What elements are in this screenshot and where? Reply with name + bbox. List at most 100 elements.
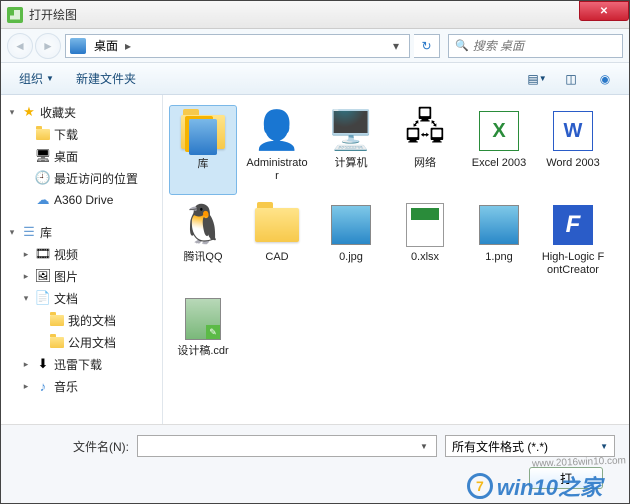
- breadcrumb[interactable]: 桌面 ▸ ▾: [65, 34, 410, 58]
- file-item[interactable]: 库: [169, 105, 237, 195]
- new-folder-button[interactable]: 新建文件夹: [68, 66, 144, 91]
- recent-icon: 🕘: [35, 170, 51, 186]
- cloud-icon: ☁: [35, 192, 51, 208]
- file-item[interactable]: 0.xlsx: [391, 199, 459, 289]
- help-button[interactable]: ◉: [591, 67, 619, 91]
- filetype-label: 所有文件格式 (*.*): [452, 438, 548, 455]
- expander-icon[interactable]: ▾: [20, 293, 32, 304]
- sidebar-music[interactable]: ▸♪ 音乐: [4, 375, 159, 397]
- sidebar-documents[interactable]: ▾📄 文档: [4, 287, 159, 309]
- file-icon: [253, 201, 301, 249]
- expander-icon[interactable]: ▾: [6, 107, 18, 118]
- search-input[interactable]: [473, 39, 630, 53]
- chevron-right-icon[interactable]: ▸: [122, 39, 134, 53]
- sidebar-videos[interactable]: ▸🎞 视频: [4, 243, 159, 265]
- expander-icon[interactable]: ▸: [20, 249, 32, 260]
- file-icon: [401, 201, 449, 249]
- sidebar-thunder[interactable]: ▸⬇ 迅雷下载: [4, 353, 159, 375]
- file-item[interactable]: 0.jpg: [317, 199, 385, 289]
- file-label: Word 2003: [546, 157, 600, 170]
- close-button[interactable]: ✕: [579, 1, 629, 21]
- filetype-select[interactable]: 所有文件格式 (*.*) ▼: [445, 435, 615, 457]
- file-label: 0.jpg: [339, 251, 363, 264]
- expander-icon[interactable]: ▸: [20, 271, 32, 282]
- sidebar-pictures[interactable]: ▸🖼 图片: [4, 265, 159, 287]
- back-button[interactable]: ◄: [7, 33, 33, 59]
- file-label: 设计稿.cdr: [177, 345, 228, 358]
- app-icon: [7, 7, 23, 23]
- preview-pane-button[interactable]: ◫: [557, 67, 585, 91]
- file-item[interactable]: X Excel 2003: [465, 105, 533, 195]
- star-icon: ★: [21, 104, 37, 120]
- file-icon: ✎: [179, 295, 227, 343]
- titlebar: 打开绘图 ✕: [1, 1, 629, 29]
- file-item[interactable]: FHigh-Logic FontCreator: [539, 199, 607, 289]
- nav-bar: ◄ ► 桌面 ▸ ▾ ↻ 🔍: [1, 29, 629, 63]
- file-icon: [179, 108, 227, 156]
- file-label: 计算机: [335, 157, 368, 170]
- expander-icon[interactable]: ▾: [6, 227, 18, 238]
- file-icon: X: [475, 107, 523, 155]
- file-icon: 🖥️: [327, 107, 375, 155]
- downloads-icon: [35, 126, 51, 142]
- file-item[interactable]: CAD: [243, 199, 311, 289]
- file-item[interactable]: W Word 2003: [539, 105, 607, 195]
- file-item[interactable]: 🐧 腾讯QQ: [169, 199, 237, 289]
- chevron-down-icon: ▼: [46, 74, 54, 83]
- view-options-button[interactable]: ▤▼: [523, 67, 551, 91]
- open-button[interactable]: 打: [529, 467, 603, 489]
- file-label: CAD: [265, 251, 288, 264]
- library-icon: ☰: [21, 224, 37, 240]
- file-item[interactable]: 1.png: [465, 199, 533, 289]
- file-item[interactable]: ✎ 设计稿.cdr: [169, 293, 237, 383]
- file-label: 腾讯QQ: [183, 251, 222, 264]
- file-icon: [475, 201, 523, 249]
- file-label: Excel 2003: [472, 157, 526, 170]
- filename-field[interactable]: [142, 439, 416, 453]
- file-item[interactable]: 👤Administrator: [243, 105, 311, 195]
- sidebar-a360[interactable]: ☁ A360 Drive: [4, 189, 159, 211]
- organize-button[interactable]: 组织 ▼: [11, 66, 62, 91]
- filename-label: 文件名(N):: [15, 438, 129, 455]
- file-label: Administrator: [245, 157, 309, 183]
- file-icon: [327, 201, 375, 249]
- toolbar: 组织 ▼ 新建文件夹 ▤▼ ◫ ◉: [1, 63, 629, 95]
- file-icon: F: [549, 201, 597, 249]
- search-box[interactable]: 🔍: [448, 34, 623, 58]
- file-icon: 👤: [253, 107, 301, 155]
- filename-dropdown[interactable]: ▼: [416, 442, 432, 451]
- sidebar-desktop[interactable]: 🖥 桌面: [4, 145, 159, 167]
- sidebar-my-documents[interactable]: 我的文档: [4, 309, 159, 331]
- file-icon: 🐧: [179, 201, 227, 249]
- folder-icon: [49, 312, 65, 328]
- breadcrumb-dropdown[interactable]: ▾: [387, 39, 405, 53]
- sidebar-libraries[interactable]: ▾ ☰ 库: [4, 221, 159, 243]
- expander-icon[interactable]: ▸: [20, 359, 32, 370]
- chevron-down-icon: ▼: [600, 442, 608, 451]
- breadcrumb-segment[interactable]: 桌面: [90, 37, 122, 54]
- expander-icon[interactable]: ▸: [20, 381, 32, 392]
- new-folder-label: 新建文件夹: [76, 70, 136, 87]
- sidebar-public-documents[interactable]: 公用文档: [4, 331, 159, 353]
- file-icon: W: [549, 107, 597, 155]
- sidebar-recent[interactable]: 🕘 最近访问的位置: [4, 167, 159, 189]
- file-label: 库: [198, 158, 209, 171]
- file-item[interactable]: 🖥️ 计算机: [317, 105, 385, 195]
- filename-input[interactable]: ▼: [137, 435, 437, 457]
- organize-label: 组织: [19, 70, 43, 87]
- sidebar: ▾ ★ 收藏夹 下载 🖥 桌面 🕘 最近访问的位置 ☁ A360 Drive: [1, 95, 163, 424]
- desktop-icon: 🖥: [35, 148, 51, 164]
- pictures-icon: 🖼: [35, 268, 51, 284]
- sidebar-downloads[interactable]: 下载: [4, 123, 159, 145]
- file-item[interactable]: 🖧网络: [391, 105, 459, 195]
- documents-icon: 📄: [35, 290, 51, 306]
- file-label: High-Logic FontCreator: [541, 251, 605, 277]
- location-icon: [70, 38, 86, 54]
- footer: 文件名(N): ▼ 所有文件格式 (*.*) ▼ 打: [1, 424, 629, 503]
- refresh-button[interactable]: ↻: [414, 34, 440, 58]
- sidebar-favorites[interactable]: ▾ ★ 收藏夹: [4, 101, 159, 123]
- folder-icon: [49, 334, 65, 350]
- forward-button[interactable]: ►: [35, 33, 61, 59]
- search-icon: 🔍: [455, 39, 469, 52]
- video-icon: 🎞: [35, 246, 51, 262]
